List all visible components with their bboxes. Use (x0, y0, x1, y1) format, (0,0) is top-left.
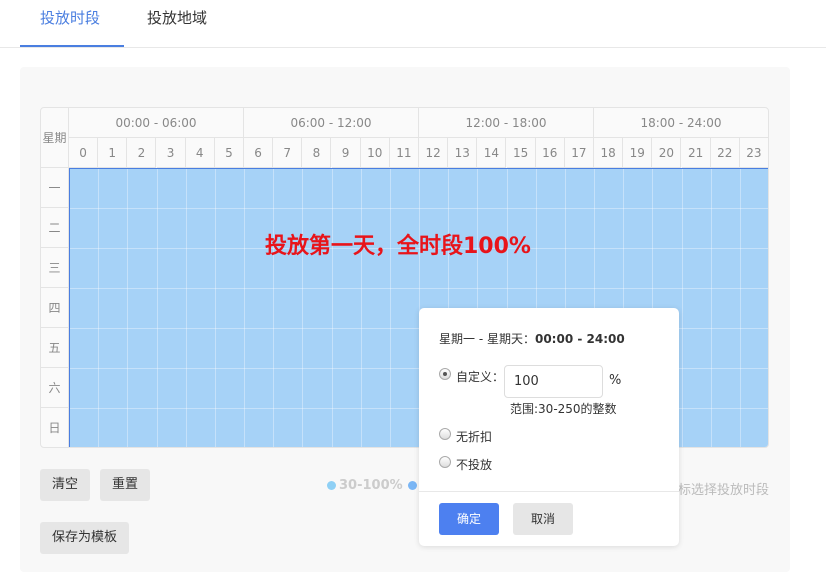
time-range-header: 00:00 - 06:00 (69, 108, 244, 138)
tab-bar: 投放时段 投放地域 (0, 0, 826, 48)
hour-header[interactable]: 9 (331, 138, 361, 168)
weekday-label[interactable]: 日 (41, 408, 69, 447)
hour-header[interactable]: 17 (564, 138, 594, 168)
discount-popup: 星期一 - 星期天：00:00 - 24:00 自定义： 100 % 范围:30… (419, 308, 679, 546)
reset-button[interactable]: 重置 (100, 469, 151, 501)
weekday-label[interactable]: 二 (41, 208, 69, 248)
grid-line (710, 169, 712, 447)
time-range-header: 18:00 - 24:00 (594, 108, 768, 138)
grid-line (681, 169, 683, 447)
hour-header[interactable]: 1 (98, 138, 128, 168)
tab-region[interactable]: 投放地域 (147, 8, 207, 48)
custom-label: 自定义： (456, 370, 505, 384)
legend-dot (408, 481, 417, 490)
annotation-text: 投放第一天，全时段100% (265, 234, 531, 259)
tab-schedule[interactable]: 投放时段 (40, 8, 100, 48)
range-label: 星期一 - 星期天： (439, 332, 535, 346)
hour-header[interactable]: 22 (710, 138, 740, 168)
save-template-button[interactable]: 保存为模板 (40, 522, 130, 554)
grid-line (360, 169, 362, 447)
hour-header[interactable]: 0 (69, 138, 99, 168)
hour-header[interactable]: 21 (681, 138, 711, 168)
hour-header[interactable]: 19 (623, 138, 653, 168)
hour-header[interactable]: 13 (448, 138, 478, 168)
hour-header[interactable]: 5 (214, 138, 244, 168)
hour-header[interactable]: 16 (535, 138, 565, 168)
hour-header[interactable]: 20 (652, 138, 682, 168)
grid-line (185, 169, 187, 447)
radio-no-discount[interactable] (439, 428, 451, 440)
custom-value-input[interactable]: 100 (504, 365, 603, 398)
range-hint: 范围:30-250的整数 (510, 402, 617, 416)
grid-line (244, 169, 245, 447)
no-delivery-label: 不投放 (456, 458, 493, 472)
hour-header[interactable]: 6 (244, 138, 274, 168)
radio-no-delivery[interactable] (439, 456, 451, 468)
grid-line (302, 169, 304, 447)
grid-line (331, 169, 333, 447)
weekday-label[interactable]: 三 (41, 248, 69, 288)
divider (419, 491, 679, 492)
hour-header[interactable]: 8 (302, 138, 332, 168)
grid-line (98, 169, 100, 447)
hint-text: 标选择投放时段 (678, 483, 770, 498)
weekday-label[interactable]: 一 (41, 168, 69, 208)
cancel-button[interactable]: 取消 (513, 503, 573, 535)
grid-line (214, 169, 216, 447)
unit-label: % (609, 373, 622, 388)
hour-header[interactable]: 10 (360, 138, 390, 168)
hour-header[interactable]: 7 (273, 138, 303, 168)
radio-custom[interactable] (439, 368, 451, 380)
weekday-label[interactable]: 五 (41, 328, 69, 368)
clear-button[interactable]: 清空 (40, 469, 91, 501)
weekday-label[interactable]: 四 (41, 288, 69, 328)
grid-line (156, 169, 158, 447)
no-discount-label: 无折扣 (456, 430, 493, 444)
weekday-header: 星期 (41, 108, 69, 168)
grid-line (389, 169, 391, 447)
hour-header[interactable]: 4 (185, 138, 215, 168)
active-tab-indicator (20, 45, 124, 47)
hour-header[interactable]: 23 (739, 138, 768, 168)
legend-dot (327, 481, 336, 490)
hour-header[interactable]: 18 (594, 138, 624, 168)
hour-header[interactable]: 12 (419, 138, 449, 168)
hour-header[interactable]: 3 (156, 138, 186, 168)
time-range-header: 12:00 - 18:00 (419, 108, 594, 138)
hour-header[interactable]: 2 (127, 138, 157, 168)
legend-label: 30-100% (339, 478, 403, 493)
grid-line (127, 169, 129, 447)
hour-header[interactable]: 15 (506, 138, 536, 168)
hour-header[interactable]: 11 (389, 138, 419, 168)
grid-line (273, 169, 275, 447)
legend-item: 30-100% (327, 478, 403, 493)
time-range-header: 06:00 - 12:00 (244, 108, 419, 138)
range-time: 00:00 - 24:00 (534, 332, 625, 346)
grid-line (70, 208, 768, 209)
hour-header[interactable]: 14 (477, 138, 507, 168)
weekday-label[interactable]: 六 (41, 368, 69, 408)
grid-line (739, 169, 741, 447)
confirm-button[interactable]: 确定 (439, 503, 499, 535)
popup-range: 星期一 - 星期天：00:00 - 24:00 (439, 330, 625, 347)
grid-line (70, 288, 768, 289)
